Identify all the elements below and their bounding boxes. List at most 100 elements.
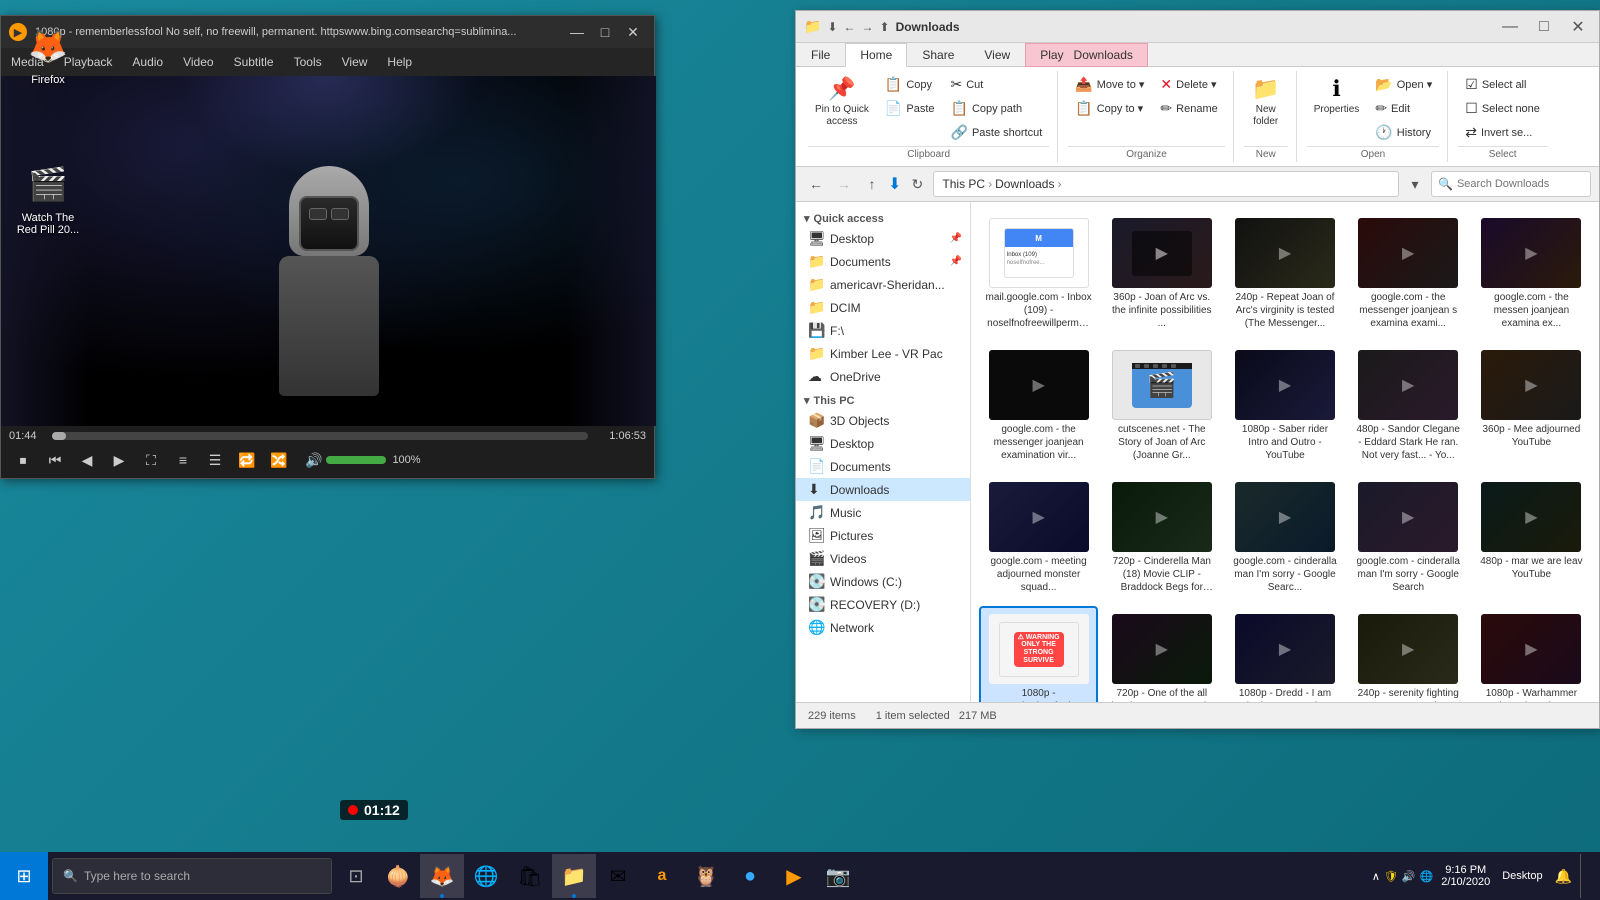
tray-network[interactable]: 🌐	[1420, 870, 1434, 883]
sidebar-item-fdrive[interactable]: 💾 F:\	[796, 319, 970, 342]
vlc-minimize-button[interactable]: —	[564, 19, 590, 45]
sidebar-item-documents[interactable]: 📁 Documents 📌	[796, 250, 970, 273]
explorer-close-button[interactable]: ✕	[1565, 14, 1591, 40]
vlc-prev-button[interactable]: ⏮	[41, 446, 69, 474]
vlc-menu-video[interactable]: Video	[173, 48, 223, 76]
vlc-video-area[interactable]	[1, 76, 656, 426]
vlc-fullscreen-button[interactable]: ⛶	[137, 446, 165, 474]
vlc-playlist-button[interactable]: ☰	[201, 446, 229, 474]
up-button[interactable]: ↑	[860, 172, 884, 196]
recent-locations-button[interactable]: ▾	[1403, 172, 1427, 196]
file-item[interactable]: ▶ google.com - the messen joanjean exami…	[1472, 210, 1591, 338]
sidebar-item-desktop[interactable]: 🖥 Desktop 📌	[796, 227, 970, 250]
sidebar-item-onedrive[interactable]: ☁ OneDrive	[796, 365, 970, 388]
sidebar-item-documents2[interactable]: 📄 Documents	[796, 455, 970, 478]
file-item[interactable]: 🎬	[1102, 342, 1221, 470]
vlc-loop-button[interactable]: 🔁	[233, 446, 261, 474]
start-button[interactable]: ⊞	[0, 852, 48, 900]
vlc-seekbar[interactable]	[52, 432, 588, 440]
rename-button[interactable]: ✏ Rename	[1153, 97, 1224, 120]
search-box[interactable]: 🔍	[1431, 171, 1591, 197]
taskbar-app-edge[interactable]: 🌐	[464, 854, 508, 898]
address-path[interactable]: This PC › Downloads ›	[933, 171, 1399, 197]
copy-to-button[interactable]: 📋 Copy to ▾	[1068, 97, 1151, 120]
sidebar-item-dcim[interactable]: 📁 DCIM	[796, 296, 970, 319]
clock[interactable]: 9:16 PM 2/10/2020	[1441, 864, 1490, 888]
file-item[interactable]: ▶ 360p - Mee adjourned YouTube	[1472, 342, 1591, 470]
sidebar-item-kimberlee[interactable]: 📁 Kimber Lee - VR Pac	[796, 342, 970, 365]
vlc-shuffle-button[interactable]: 🔀	[265, 446, 293, 474]
taskbar-search[interactable]: 🔍 Type here to search	[52, 858, 332, 894]
file-item[interactable]: ▶ google.com - cinderalla man I'm sorry …	[1349, 474, 1468, 602]
vlc-extended-button[interactable]: ≡	[169, 446, 197, 474]
ribbon-tab-share[interactable]: Share	[907, 43, 969, 67]
vlc-maximize-button[interactable]: □	[592, 19, 618, 45]
properties-button[interactable]: ℹ Properties	[1307, 71, 1367, 121]
tray-arrow[interactable]: ∧	[1372, 870, 1380, 883]
file-item[interactable]: ▶ 1080p - Warhammer Mark O Chaos(1080...	[1472, 606, 1591, 702]
taskbar-app-tripadvisor[interactable]: 🦉	[684, 854, 728, 898]
file-item[interactable]: ▶ 1080p - Saber rider Intro and Outro - …	[1225, 342, 1344, 470]
history-button[interactable]: 🕐 History	[1368, 121, 1439, 144]
sidebar-item-videos[interactable]: 🎬 Videos	[796, 547, 970, 570]
cut-button[interactable]: ✂ Cut	[944, 73, 1050, 96]
taskbar-app-mail[interactable]: ✉	[596, 854, 640, 898]
file-item-selected[interactable]: ⚠ WARNINGONLY THESTRONGSURVIVE 1080p - r…	[979, 606, 1098, 702]
paste-button[interactable]: 📄 Paste	[878, 97, 942, 120]
invert-selection-button[interactable]: ⇄ Invert se...	[1458, 121, 1547, 144]
taskbar-app-tor[interactable]: 🧅	[376, 854, 420, 898]
file-item[interactable]: ▶ 480p - Sandor Clegane - Eddard Stark H…	[1349, 342, 1468, 470]
vlc-frame-back-button[interactable]: ◀	[73, 446, 101, 474]
vlc-stop-button[interactable]: ⏹	[9, 446, 37, 474]
file-area[interactable]: M Inbox (109) noselfnofree... mail.googl…	[971, 202, 1599, 702]
tray-speaker[interactable]: 🔊	[1402, 870, 1416, 883]
file-item[interactable]: ▶ 240p - Repeat Joan of Arc's virginity …	[1225, 210, 1344, 338]
taskbar-app-vlc[interactable]: ▶	[772, 854, 816, 898]
vlc-close-button[interactable]: ✕	[620, 19, 646, 45]
taskbar-app-store[interactable]: 🛍	[508, 854, 552, 898]
vlc-menu-tools[interactable]: Tools	[284, 48, 332, 76]
sidebar-section-thispc[interactable]: ▾ This PC	[796, 388, 970, 409]
taskbar-app-unknown[interactable]: ●	[728, 854, 772, 898]
vlc-menu-help[interactable]: Help	[377, 48, 422, 76]
explorer-maximize-button[interactable]: □	[1531, 14, 1557, 40]
sidebar-item-desktop2[interactable]: 🖥 Desktop	[796, 432, 970, 455]
path-downloads[interactable]: Downloads	[995, 177, 1054, 191]
sidebar-item-recoveryd[interactable]: 💽 RECOVERY (D:)	[796, 593, 970, 616]
show-desktop-button[interactable]	[1580, 854, 1588, 898]
file-item[interactable]: ▶ google.com - meeting adjourned monster…	[979, 474, 1098, 602]
sidebar-item-3dobjects[interactable]: 📦 3D Objects	[796, 409, 970, 432]
vlc-menu-view[interactable]: View	[332, 48, 378, 76]
taskbar-app-amazon[interactable]: a	[640, 854, 684, 898]
forward-button[interactable]: →	[832, 172, 856, 196]
file-item[interactable]: ▶ 240p - serenity fighting scene - YouTu…	[1349, 606, 1468, 702]
vlc-menu-audio[interactable]: Audio	[122, 48, 173, 76]
copy-path-button[interactable]: 📋 Copy path	[944, 97, 1050, 120]
edit-button[interactable]: ✏ Edit	[1368, 97, 1439, 120]
taskbar-app-explorer[interactable]: 📁	[552, 854, 596, 898]
vlc-menu-subtitle[interactable]: Subtitle	[224, 48, 284, 76]
path-thispc[interactable]: This PC	[942, 177, 985, 191]
desktop-icon-redpill[interactable]: 🎬 Watch The Red Pill 20...	[8, 156, 88, 240]
file-item[interactable]: ▶ 720p - One of the all time best CLIMAX…	[1102, 606, 1221, 702]
ribbon-tab-videotools[interactable]: Play Downloads	[1025, 43, 1148, 67]
vlc-frame-fwd-button[interactable]: ▶	[105, 446, 133, 474]
sidebar-item-americavr[interactable]: 📁 americavr-Sheridan...	[796, 273, 970, 296]
move-to-button[interactable]: 📤 Move to ▾	[1068, 73, 1151, 96]
explorer-minimize-button[interactable]: —	[1497, 14, 1523, 40]
sidebar-item-windowsc[interactable]: 💽 Windows (C:)	[796, 570, 970, 593]
file-item[interactable]: ▶ 720p - Cinderella Man (18) Movie CLIP …	[1102, 474, 1221, 602]
file-item[interactable]: ▶ google.com - the messenger joanjean ex…	[979, 342, 1098, 470]
desktop-icon-firefox[interactable]: 🦊 Firefox	[8, 18, 88, 90]
select-all-button[interactable]: ☑ Select all	[1458, 73, 1547, 96]
taskbar-app-firefox[interactable]: 🦊	[420, 854, 464, 898]
file-item[interactable]: ▶ 480p - mar we are leav YouTube	[1472, 474, 1591, 602]
sidebar-section-quickaccess[interactable]: ▾ Quick access	[796, 206, 970, 227]
desktop-button-label[interactable]: Desktop	[1498, 870, 1546, 882]
search-input[interactable]	[1457, 178, 1584, 190]
ribbon-tab-view[interactable]: View	[969, 43, 1025, 67]
paste-shortcut-button[interactable]: 🔗 Paste shortcut	[944, 121, 1050, 144]
back-button[interactable]: ←	[804, 172, 828, 196]
open-button[interactable]: 📂 Open ▾	[1368, 73, 1439, 96]
refresh-button[interactable]: ↻	[905, 172, 929, 196]
